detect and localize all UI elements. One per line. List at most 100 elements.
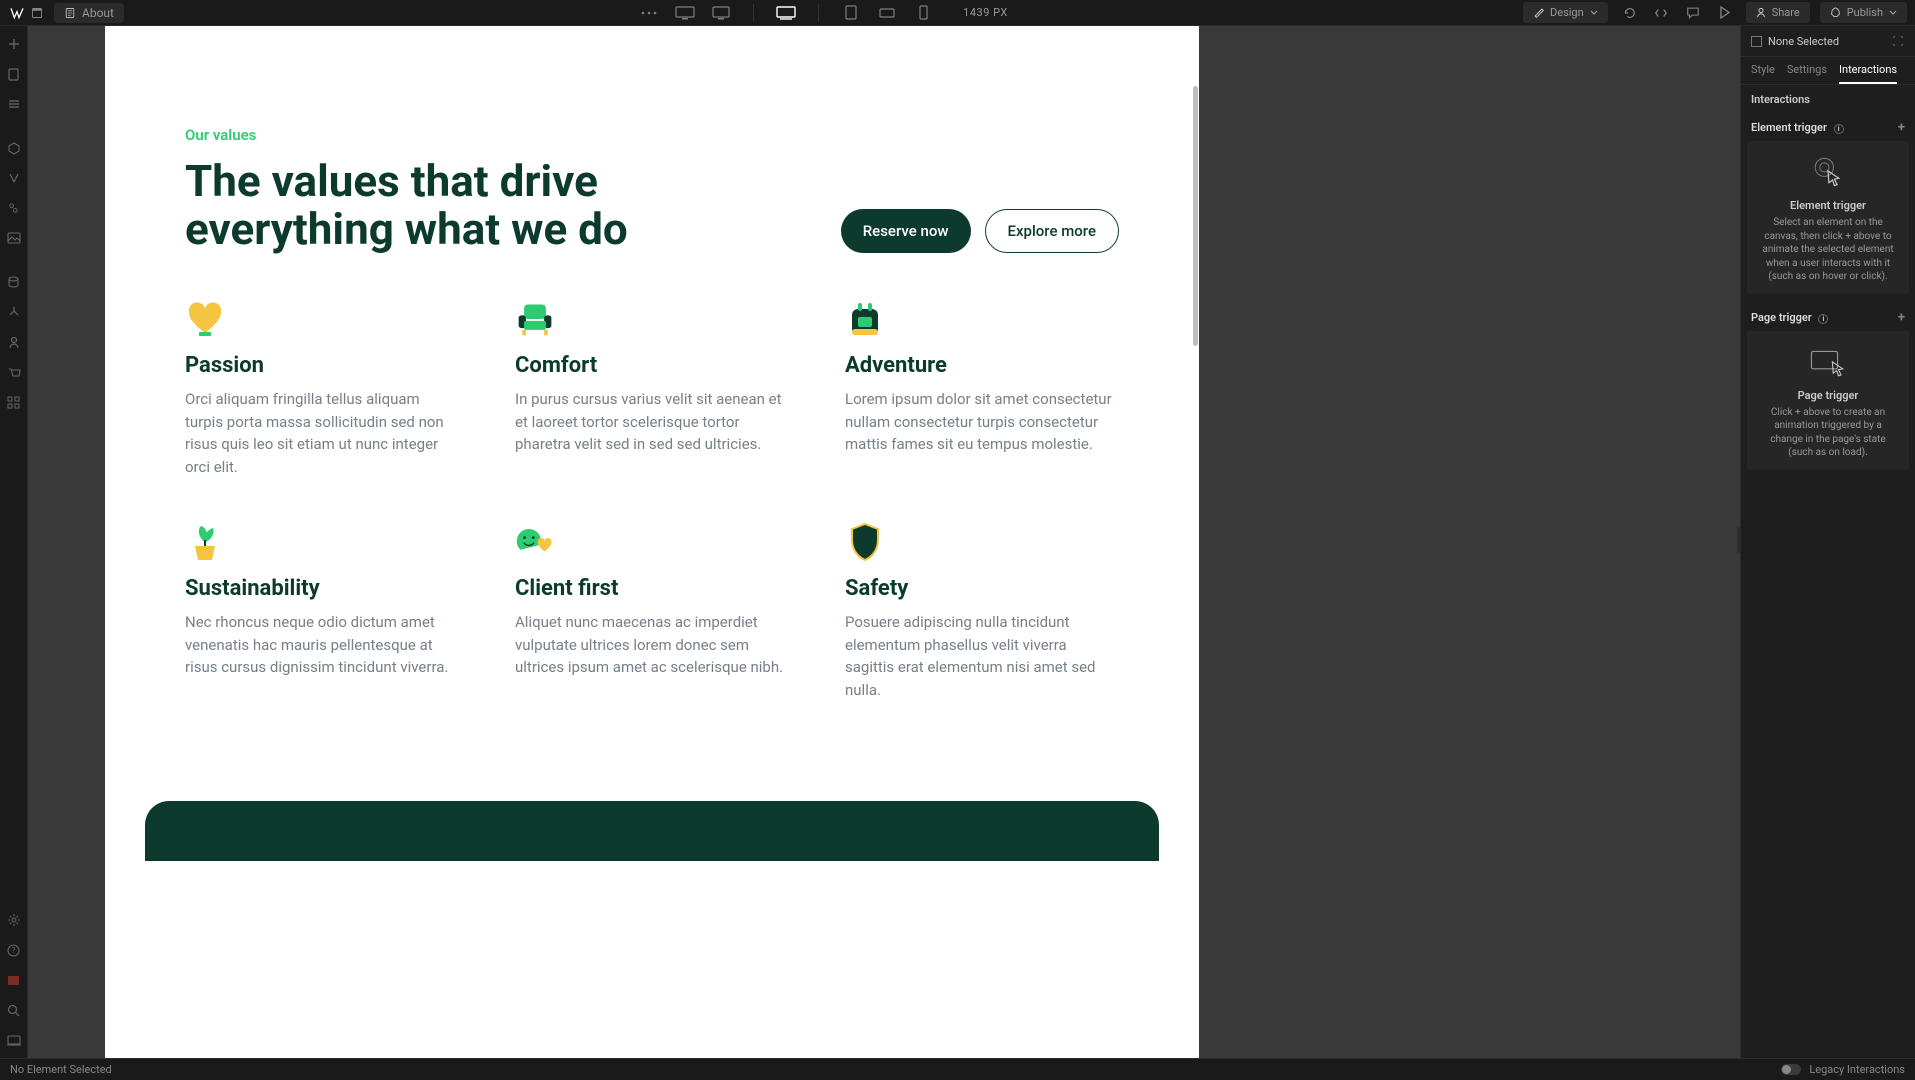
page-content: Our values The values that drive everyth… (105, 26, 1199, 701)
footer-band (145, 801, 1159, 861)
bottom-right-group: Legacy Interactions (1781, 1063, 1905, 1076)
variables-icon[interactable] (6, 170, 22, 186)
legacy-label: Legacy Interactions (1809, 1063, 1905, 1076)
legacy-toggle[interactable] (1781, 1064, 1801, 1075)
apps-icon[interactable] (6, 394, 22, 410)
card-body: Orci aliquam fringilla tellus aliquam tu… (185, 388, 459, 478)
page-trigger-desc: Click + above to create an animation tri… (1757, 406, 1899, 460)
breakpoint-group: 1439 PX (639, 4, 1008, 22)
card-title: Adventure (845, 353, 1119, 378)
value-card-sustainability: Sustainability Nec rhoncus neque odio di… (185, 522, 459, 701)
code-icon[interactable] (1650, 2, 1672, 24)
selection-row: None Selected (1741, 26, 1915, 57)
card-title: Client first (515, 576, 789, 601)
left-rail: ? (0, 26, 28, 1058)
pages-icon[interactable] (6, 66, 22, 82)
plant-icon (185, 522, 225, 562)
headline: The values that drive everything what we… (185, 158, 745, 253)
card-body: In purus cursus varius velit sit aenean … (515, 388, 789, 456)
desktop-large-icon[interactable] (675, 5, 695, 21)
tablet-icon[interactable] (841, 5, 861, 21)
chevron-down-icon (1590, 10, 1598, 15)
rocket-icon (1830, 7, 1841, 18)
navigator-icon[interactable] (6, 96, 22, 112)
selection-indicator-icon (1751, 36, 1762, 47)
desktop-icon[interactable] (711, 5, 731, 21)
page-name: About (82, 6, 114, 20)
right-panel: None Selected Style Settings Interaction… (1740, 26, 1915, 1058)
card-title: Safety (845, 576, 1119, 601)
info-icon[interactable]: i (1818, 314, 1828, 324)
page-chip[interactable]: About (54, 3, 124, 23)
card-title: Comfort (515, 353, 789, 378)
logic-icon[interactable] (6, 304, 22, 320)
panel-tabs: Style Settings Interactions (1741, 57, 1915, 85)
undo-icon[interactable] (1618, 2, 1640, 24)
value-card-client-first: Client first Aliquet nunc maecenas ac im… (515, 522, 789, 701)
page-trigger-heading: Page trigger i + (1741, 304, 1915, 331)
settings-icon[interactable] (6, 912, 22, 928)
chevron-down-icon (1889, 10, 1897, 15)
values-grid: Passion Orci aliquam fringilla tellus al… (185, 299, 1119, 701)
share-button[interactable]: Share (1746, 2, 1810, 23)
value-card-safety: Safety Posuere adipiscing nulla tincidun… (845, 522, 1119, 701)
element-trigger-icon (1808, 151, 1848, 191)
users-icon[interactable] (6, 334, 22, 350)
preview-icon[interactable] (1714, 2, 1736, 24)
search-icon[interactable] (6, 1002, 22, 1018)
add-element-icon[interactable] (6, 36, 22, 52)
add-page-trigger-icon[interactable]: + (1898, 310, 1905, 325)
info-icon[interactable]: i (1834, 124, 1844, 134)
card-body: Nec rhoncus neque odio dictum amet venen… (185, 611, 459, 679)
mobile-icon[interactable] (913, 5, 933, 21)
cms-icon[interactable] (6, 274, 22, 290)
canvas[interactable]: Our values The values that drive everyth… (105, 26, 1199, 1058)
home-page-icon[interactable] (30, 6, 44, 20)
reserve-now-button[interactable]: Reserve now (841, 209, 971, 253)
top-toolbar: About 1439 PX Design Share Publish (0, 0, 1915, 26)
mobile-landscape-icon[interactable] (877, 5, 897, 21)
ecommerce-icon[interactable] (6, 364, 22, 380)
desktop-base-icon[interactable] (776, 5, 796, 21)
tab-style[interactable]: Style (1751, 63, 1775, 84)
help-icon[interactable]: ? (6, 942, 22, 958)
design-label: Design (1550, 6, 1584, 19)
explore-more-button[interactable]: Explore more (985, 209, 1119, 253)
page-icon (64, 7, 76, 19)
style-selectors-icon[interactable] (6, 200, 22, 216)
element-trigger-box: Element trigger Select an element on the… (1747, 141, 1909, 294)
cta-row: Reserve now Explore more (841, 209, 1119, 253)
person-icon (1756, 7, 1766, 18)
video-icon[interactable] (6, 972, 22, 988)
canvas-width: 1439 PX (963, 6, 1008, 19)
publish-label: Publish (1847, 6, 1883, 19)
backpack-icon (845, 299, 885, 339)
add-element-trigger-icon[interactable]: + (1898, 120, 1905, 135)
card-title: Sustainability (185, 576, 459, 601)
value-card-adventure: Adventure Lorem ipsum dolor sit amet con… (845, 299, 1119, 478)
comment-icon[interactable] (1682, 2, 1704, 24)
card-body: Aliquet nunc maecenas ac imperdiet vulpu… (515, 611, 789, 679)
components-icon[interactable] (6, 140, 22, 156)
selection-label: None Selected (1768, 35, 1839, 48)
design-mode-button[interactable]: Design (1523, 2, 1608, 23)
webflow-logo-icon[interactable] (8, 4, 26, 22)
tab-settings[interactable]: Settings (1787, 63, 1827, 84)
status-text: No Element Selected (10, 1063, 112, 1076)
publish-button[interactable]: Publish (1820, 2, 1907, 23)
canvas-scrollbar[interactable] (1191, 26, 1199, 1058)
brush-icon (1533, 7, 1544, 18)
element-trigger-title: Element trigger (1790, 199, 1866, 212)
interactions-section-label: Interactions (1741, 85, 1915, 114)
tab-interactions[interactable]: Interactions (1839, 63, 1897, 84)
value-card-passion: Passion Orci aliquam fringilla tellus al… (185, 299, 459, 478)
audit-icon[interactable] (6, 1032, 22, 1048)
element-trigger-heading: Element trigger i + (1741, 114, 1915, 141)
card-title: Passion (185, 353, 459, 378)
page-trigger-icon (1808, 341, 1848, 381)
more-icon[interactable] (639, 5, 659, 21)
assets-icon[interactable] (6, 230, 22, 246)
svg-text:?: ? (12, 946, 16, 955)
heart-icon (185, 299, 225, 339)
selector-expand-icon[interactable] (1891, 34, 1905, 48)
